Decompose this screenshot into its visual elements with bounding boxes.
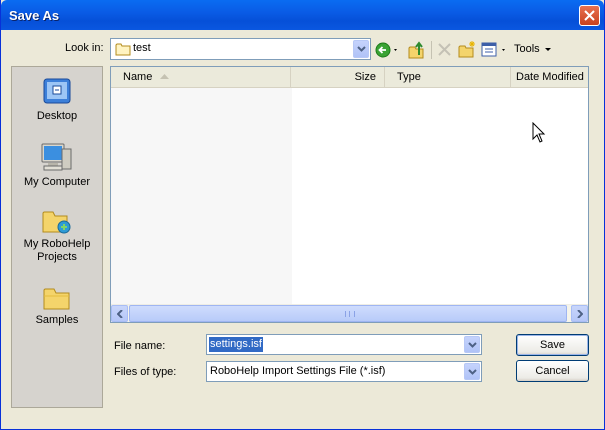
- chevron-left-icon: [117, 310, 123, 318]
- place-label: My RoboHelp Projects: [23, 238, 91, 263]
- file-name-value: settings.isf: [209, 337, 263, 352]
- place-my-computer[interactable]: My Computer: [12, 141, 102, 189]
- sort-ascending-icon: [160, 74, 169, 79]
- window-title: Save As: [9, 8, 60, 23]
- file-name-input[interactable]: settings.isf: [206, 334, 482, 355]
- look-in-dropdown[interactable]: test: [110, 38, 371, 60]
- places-bar: Desktop My Computer My RoboHelp Projects: [11, 66, 103, 408]
- tools-menu-button[interactable]: Tools: [513, 40, 555, 60]
- look-in-value: test: [133, 42, 151, 54]
- close-icon: [584, 10, 595, 21]
- robohelp-projects-folder-icon: [42, 211, 71, 234]
- scroll-left-button[interactable]: [111, 305, 128, 322]
- place-label: Desktop: [36, 110, 78, 122]
- close-button[interactable]: [579, 5, 600, 26]
- file-list[interactable]: Name Size Type Date Modified: [110, 66, 589, 323]
- my-computer-icon: [41, 143, 72, 171]
- look-in-dropdown-button[interactable]: [353, 40, 369, 58]
- file-name-dropdown-button[interactable]: [464, 336, 480, 353]
- views-icon: [481, 42, 505, 57]
- scroll-right-button[interactable]: [571, 305, 588, 322]
- chevron-down-icon: [357, 46, 366, 52]
- name-column-band: [111, 88, 292, 305]
- mouse-cursor-icon: [532, 122, 546, 143]
- file-name-label: File name:: [114, 340, 166, 352]
- horizontal-scrollbar[interactable]: [111, 304, 588, 322]
- files-of-type-dropdown-button[interactable]: [464, 363, 480, 380]
- place-label: My Computer: [23, 176, 91, 188]
- chevron-down-icon: [545, 48, 551, 51]
- delete-button[interactable]: [435, 40, 455, 60]
- column-header-size[interactable]: Size: [291, 67, 385, 87]
- title-bar[interactable]: Save As: [1, 0, 604, 30]
- scroll-grip: [345, 311, 355, 317]
- up-one-level-button[interactable]: [407, 40, 427, 60]
- back-arrow-icon: [375, 42, 397, 58]
- files-of-type-value: RoboHelp Import Settings File (*.isf): [210, 365, 386, 377]
- toolbar-separator: [431, 41, 432, 59]
- folder-icon: [43, 288, 70, 310]
- folder-icon: [115, 43, 131, 56]
- files-of-type-dropdown[interactable]: RoboHelp Import Settings File (*.isf): [206, 361, 482, 382]
- chevron-down-icon: [468, 369, 477, 375]
- up-folder-icon: [408, 41, 424, 59]
- tools-label: Tools: [514, 43, 540, 55]
- look-in-label: Look in:: [65, 42, 104, 54]
- cancel-button[interactable]: Cancel: [516, 360, 589, 382]
- chevron-right-icon: [577, 310, 583, 318]
- delete-icon: [438, 43, 451, 56]
- files-of-type-label: Files of type:: [114, 366, 177, 378]
- chevron-down-icon: [468, 342, 477, 348]
- back-button[interactable]: [375, 40, 401, 60]
- column-header-row: Name Size Type Date Modified: [111, 67, 588, 88]
- views-menu-button[interactable]: [480, 40, 510, 60]
- place-samples[interactable]: Samples: [12, 285, 102, 327]
- place-desktop[interactable]: Desktop: [12, 77, 102, 123]
- column-header-name[interactable]: Name: [111, 67, 291, 87]
- new-folder-icon: [458, 41, 475, 58]
- desktop-icon: [43, 78, 71, 104]
- save-as-dialog: Save As Look in: test Tools Desktop My C…: [0, 0, 605, 430]
- column-header-date-modified[interactable]: Date Modified: [511, 67, 588, 87]
- place-my-robohelp-projects[interactable]: My RoboHelp Projects: [12, 207, 102, 264]
- new-folder-button[interactable]: [457, 40, 477, 60]
- scroll-thumb[interactable]: [129, 305, 567, 322]
- place-label: Samples: [35, 314, 79, 326]
- column-header-type[interactable]: Type: [385, 67, 511, 87]
- save-button[interactable]: Save: [516, 334, 589, 356]
